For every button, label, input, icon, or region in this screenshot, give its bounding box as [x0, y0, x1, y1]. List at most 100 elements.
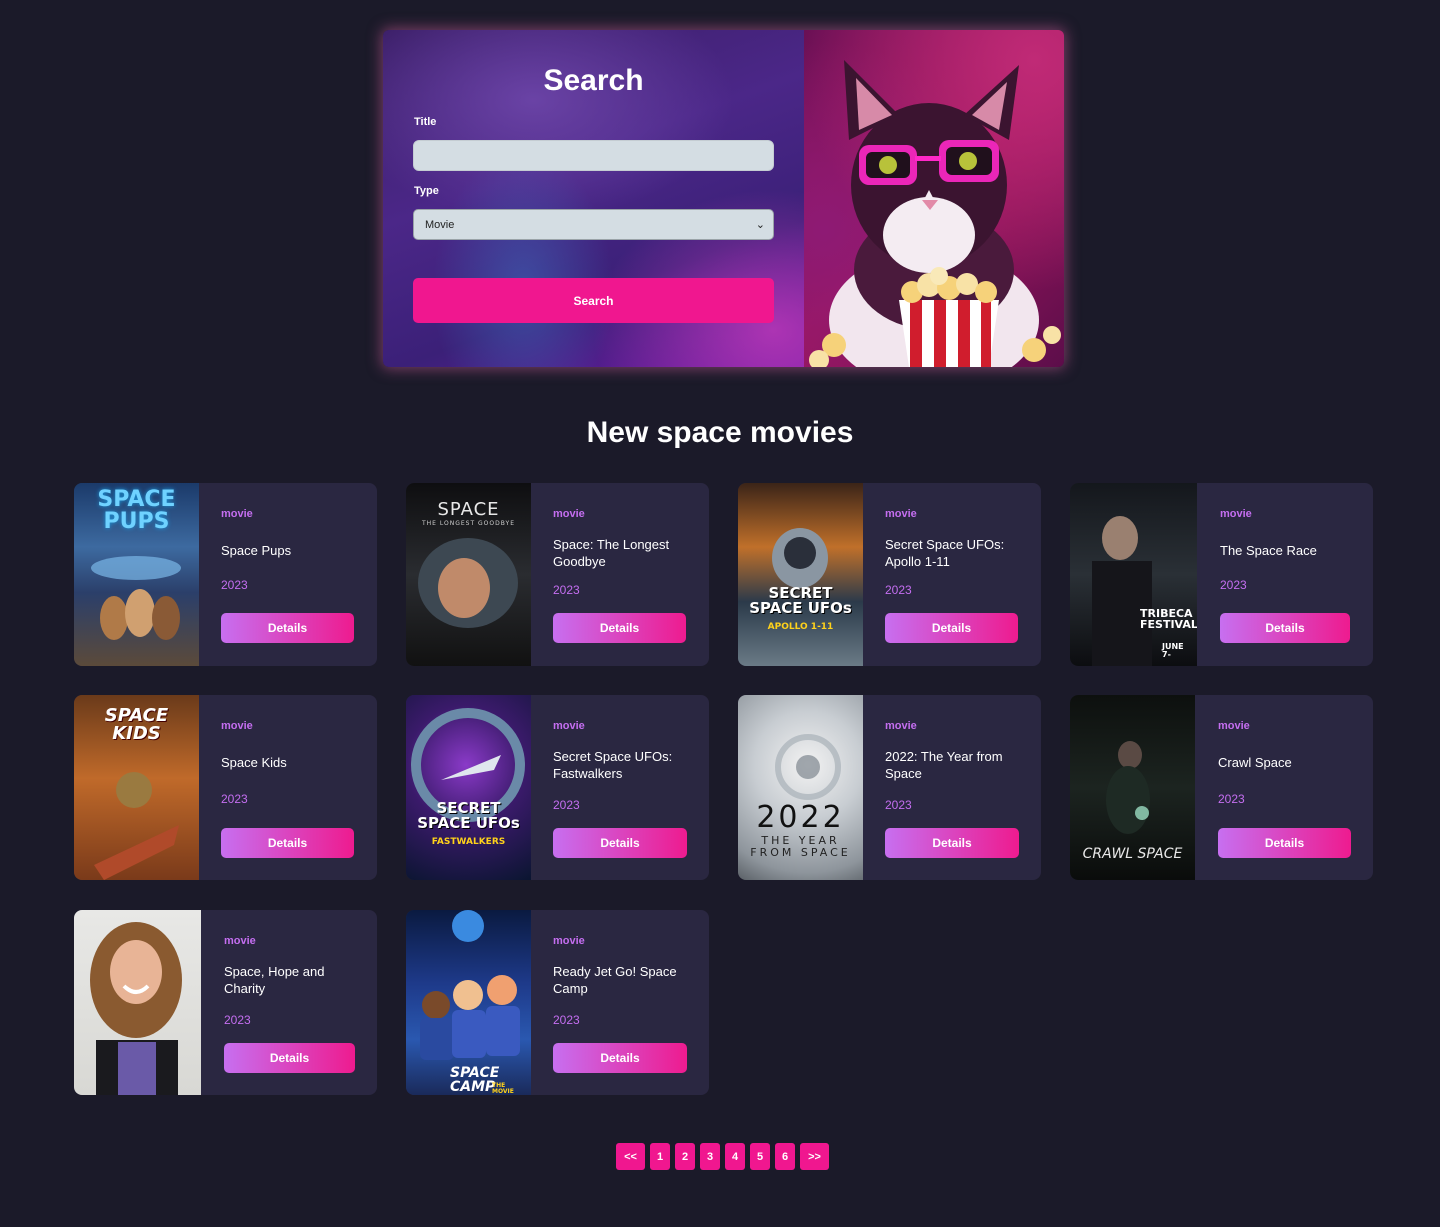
card-year: 2023	[221, 792, 248, 806]
movie-poster: SPACE THE LONGEST GOODBYE	[406, 483, 531, 666]
card-title: Space: The Longest Goodbye	[553, 537, 670, 569]
details-button[interactable]: Details	[221, 828, 354, 858]
poster-title: SECRET SPACE UFOs	[417, 799, 520, 832]
card-title: Space Pups	[221, 543, 292, 558]
card-body: movie Secret Space UFOs: Fastwalkers 202…	[553, 695, 687, 880]
movie-poster: SECRET SPACE UFOs FASTWALKERS	[406, 695, 531, 880]
page-button-5[interactable]: 5	[750, 1143, 770, 1170]
card-year: 2023	[885, 798, 912, 812]
card-title: The Space Race	[1220, 543, 1317, 558]
type-select-value: Movie	[425, 218, 455, 231]
movie-poster: SPACE CAMP THE MOVIE	[406, 910, 531, 1095]
card-year: 2023	[885, 583, 912, 597]
poster-title: 2022	[756, 800, 845, 835]
poster-subtitle: APOLLO 1-11	[767, 622, 834, 632]
movie-poster	[74, 910, 201, 1095]
page-button-3[interactable]: 3	[700, 1143, 720, 1170]
movie-card: SPACE CAMP THE MOVIE movie Ready Jet Go!…	[406, 910, 709, 1095]
poster-subtitle: THE YEAR FROM SPACE	[750, 834, 851, 859]
card-type: movie	[553, 935, 585, 947]
card-type: movie	[553, 720, 585, 732]
card-title: Secret Space UFOs: Apollo 1-11	[885, 537, 1005, 569]
details-button[interactable]: Details	[885, 828, 1019, 858]
card-body: movie Space Kids 2023 Details	[221, 695, 355, 880]
next-page-button[interactable]: >>	[800, 1143, 829, 1170]
card-year: 2023	[224, 1013, 251, 1027]
poster-subtitle: JUNE 7-	[1162, 642, 1184, 659]
chevron-down-icon: ⌄	[755, 219, 765, 231]
details-button[interactable]: Details	[1220, 613, 1350, 643]
movie-card: 2022 THE YEAR FROM SPACE movie 2022: The…	[738, 695, 1041, 880]
page-button-4[interactable]: 4	[725, 1143, 745, 1170]
poster-title: TRIBECA FESTIVAL	[1140, 607, 1197, 631]
search-form: Search Title Type Movie ⌄ Search	[383, 30, 804, 367]
type-label: Type	[414, 185, 439, 197]
card-title: Space, Hope and Charity	[224, 964, 325, 996]
movie-poster: CRAWL SPACE	[1070, 695, 1195, 880]
card-body: movie 2022: The Year from Space 2023 Det…	[885, 695, 1019, 880]
card-year: 2023	[221, 578, 248, 592]
movie-card: SECRET SPACE UFOs FASTWALKERS movie Secr…	[406, 695, 709, 880]
title-label: Title	[414, 116, 437, 128]
card-type: movie	[224, 935, 256, 947]
movie-poster: TRIBECA FESTIVAL JUNE 7-	[1070, 483, 1197, 666]
prev-page-button[interactable]: <<	[616, 1143, 645, 1170]
card-type: movie	[885, 720, 917, 732]
card-body: movie Space, Hope and Charity 2023 Detai…	[224, 910, 355, 1095]
card-type: movie	[1220, 508, 1252, 520]
movie-card: SPACE THE LONGEST GOODBYE movie Space: T…	[406, 483, 709, 666]
card-title: Ready Jet Go! Space Camp	[553, 964, 677, 996]
movie-card: TRIBECA FESTIVAL JUNE 7- movie The Space…	[1070, 483, 1373, 666]
details-button[interactable]: Details	[885, 613, 1018, 643]
card-body: movie Space Pups 2023 Details	[221, 483, 355, 666]
poster-subtitle: FASTWALKERS	[431, 837, 506, 847]
movie-poster: SECRET SPACE UFOs APOLLO 1-11	[738, 483, 863, 666]
details-button[interactable]: Details	[553, 828, 687, 858]
card-title: Space Kids	[221, 755, 287, 770]
page-button-2[interactable]: 2	[675, 1143, 695, 1170]
movie-card: movie Space, Hope and Charity 2023 Detai…	[74, 910, 377, 1095]
card-body: movie Secret Space UFOs: Apollo 1-11 202…	[885, 483, 1019, 666]
details-button[interactable]: Details	[553, 613, 686, 643]
card-year: 2023	[553, 583, 580, 597]
pagination: << 1 2 3 4 5 6 >>	[616, 1143, 829, 1170]
card-body: movie Crawl Space 2023 Details	[1218, 695, 1351, 880]
page-button-6[interactable]: 6	[775, 1143, 795, 1170]
search-button[interactable]: Search	[413, 278, 774, 323]
card-body: movie Ready Jet Go! Space Camp 2023 Deta…	[553, 910, 687, 1095]
cat-popcorn-image	[804, 30, 1064, 367]
card-title: Secret Space UFOs: Fastwalkers	[553, 749, 673, 781]
card-type: movie	[553, 508, 585, 520]
page-button-1[interactable]: 1	[650, 1143, 670, 1170]
card-type: movie	[1218, 720, 1250, 732]
card-year: 2023	[553, 798, 580, 812]
poster-subtitle: THE MOVIE	[492, 1082, 514, 1095]
section-title: New space movies	[586, 416, 854, 449]
card-year: 2023	[1220, 578, 1247, 592]
card-year: 2023	[1218, 792, 1245, 806]
card-type: movie	[221, 508, 253, 520]
poster-title: SECRET SPACE UFOs	[749, 584, 852, 617]
details-button[interactable]: Details	[221, 613, 354, 643]
details-button[interactable]: Details	[224, 1043, 355, 1073]
card-body: movie Space: The Longest Goodbye 2023 De…	[553, 483, 687, 666]
card-body: movie The Space Race 2023 Details	[1220, 483, 1351, 666]
search-heading: Search	[543, 64, 644, 97]
details-button[interactable]: Details	[553, 1043, 687, 1073]
card-year: 2023	[553, 1013, 580, 1027]
title-input[interactable]	[413, 140, 774, 171]
movie-poster: 2022 THE YEAR FROM SPACE	[738, 695, 863, 880]
movie-poster: SPACE PUPS	[74, 483, 199, 666]
movie-poster: SPACE KIDS	[74, 695, 199, 880]
movie-card: SPACE KIDS movie Space Kids 2023 Details	[74, 695, 377, 880]
card-type: movie	[221, 720, 253, 732]
movie-card: CRAWL SPACE movie Crawl Space 2023 Detai…	[1070, 695, 1373, 880]
movie-card: SECRET SPACE UFOs APOLLO 1-11 movie Secr…	[738, 483, 1041, 666]
movie-card: SPACE PUPS movie Space Pups 2023 Details	[74, 483, 377, 666]
card-title: Crawl Space	[1218, 755, 1292, 770]
card-title: 2022: The Year from Space	[885, 749, 1003, 781]
type-select[interactable]: Movie ⌄	[413, 209, 774, 240]
card-type: movie	[885, 508, 917, 520]
details-button[interactable]: Details	[1218, 828, 1351, 858]
poster-title: CRAWL SPACE	[1082, 846, 1183, 862]
